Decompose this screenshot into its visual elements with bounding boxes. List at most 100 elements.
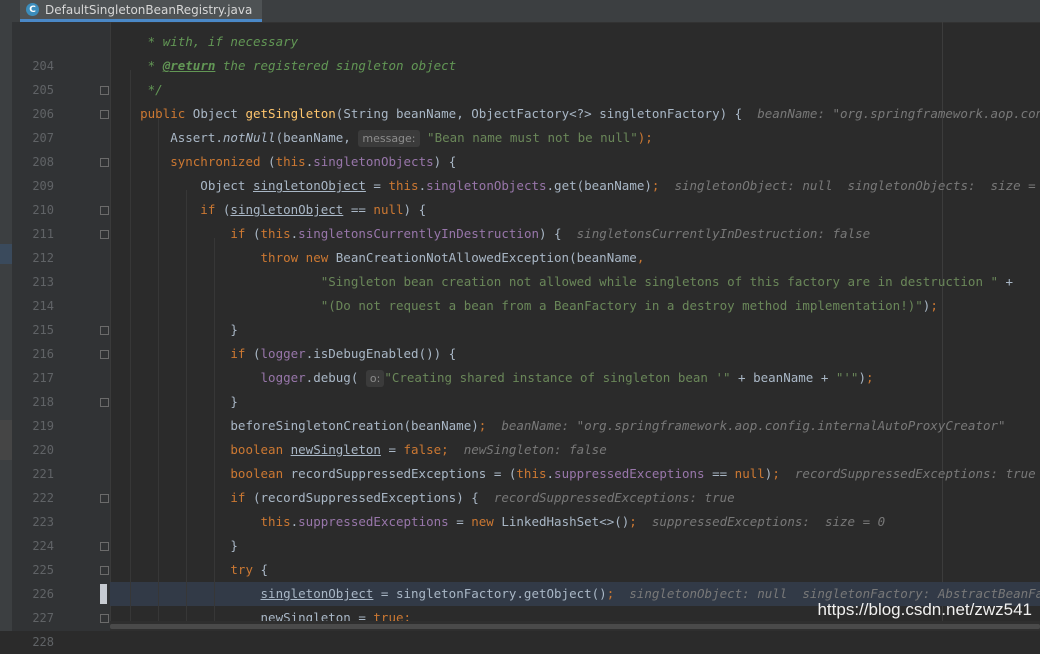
fold-marker-icon[interactable] (100, 542, 109, 551)
line-number[interactable]: 211 (24, 222, 54, 246)
code-token: singletonObjects (313, 154, 434, 169)
code-token: boolean (110, 466, 291, 481)
code-token: the registered singleton object (215, 58, 457, 73)
line-number[interactable]: 220 (24, 438, 54, 462)
code-line[interactable]: logger.debug( o: "Creating shared instanc… (110, 366, 1040, 390)
line-number[interactable]: 227 (24, 606, 54, 630)
fold-marker-icon[interactable] (100, 86, 109, 95)
fold-marker-icon[interactable] (100, 398, 109, 407)
line-number[interactable]: 210 (24, 198, 54, 222)
line-number[interactable]: 223 (24, 510, 54, 534)
code-line[interactable]: Assert.notNull(beanName, message: "Bean … (110, 126, 1040, 150)
code-token: == (343, 202, 374, 217)
code-token: Object (110, 178, 253, 193)
code-token: ; (606, 586, 630, 601)
code-line[interactable]: beforeSingletonCreation(beanName); beanN… (110, 414, 1040, 438)
line-number[interactable]: 221 (24, 462, 54, 486)
line-number[interactable]: 216 (24, 342, 54, 366)
code-line[interactable]: Object singletonObject = this.singletonO… (110, 174, 1040, 198)
code-token: logger (260, 370, 306, 385)
code-token: Object (192, 106, 246, 121)
horizontal-scrollbar[interactable] (110, 621, 1040, 631)
execution-point-marker[interactable] (100, 584, 107, 604)
fold-marker-icon[interactable] (100, 494, 109, 503)
line-number[interactable]: 218 (24, 390, 54, 414)
fold-marker-icon[interactable] (100, 158, 109, 167)
fold-marker-icon[interactable] (100, 566, 109, 575)
fold-marker-icon[interactable] (100, 614, 109, 623)
code-token: getSingleton (245, 106, 336, 121)
line-number[interactable]: 214 (24, 294, 54, 318)
code-line[interactable]: } (110, 390, 1040, 414)
code-token: "Bean name must not be null" (419, 130, 638, 145)
debug-inline-value: suppressedExceptions: size = 0 (651, 514, 886, 529)
code-token: LinkedHashSet<>() (501, 514, 630, 529)
code-line[interactable]: synchronized (this.singletonObjects) { (110, 150, 1040, 174)
code-token: } (110, 322, 238, 337)
line-number[interactable]: 224 (24, 534, 54, 558)
code-line[interactable]: this.suppressedExceptions = new LinkedHa… (110, 510, 1040, 534)
code-token: = singletonFactory.getObject() (373, 586, 607, 601)
line-number[interactable]: 213 (24, 270, 54, 294)
line-number[interactable]: 206 (24, 102, 54, 126)
code-line[interactable]: try { (110, 558, 1040, 582)
line-number[interactable]: 228 (24, 630, 54, 654)
code-token: ; (651, 178, 675, 193)
code-line[interactable]: */ (110, 78, 1040, 102)
code-line[interactable]: boolean recordSuppressedExceptions = (th… (110, 462, 1040, 486)
file-tab[interactable]: C DefaultSingletonBeanRegistry.java (20, 0, 263, 22)
line-number[interactable]: 208 (24, 150, 54, 174)
code-line[interactable]: * @return the registered singleton objec… (110, 54, 1040, 78)
code-line[interactable]: if (recordSuppressedExceptions) { record… (110, 486, 1040, 510)
code-line[interactable]: public Object getSingleton(String beanNa… (110, 102, 1040, 126)
line-number[interactable]: 217 (24, 366, 54, 390)
code-line[interactable]: boolean newSingleton = false; newSinglet… (110, 438, 1040, 462)
code-line[interactable]: if (logger.isDebugEnabled()) { (110, 342, 1040, 366)
code-token: Assert. (110, 130, 223, 145)
code-token: beforeSingletonCreation(beanName) (110, 418, 479, 433)
debug-inline-value: recordSuppressedExceptions: true (794, 466, 1036, 481)
code-line[interactable]: throw new BeanCreationNotAllowedExceptio… (110, 246, 1040, 270)
code-line[interactable]: * with, if necessary (110, 30, 1040, 54)
debug-inline-value: recordSuppressedExceptions: true (493, 490, 735, 505)
code-token: == (704, 466, 735, 481)
file-tab-title: DefaultSingletonBeanRegistry.java (45, 2, 253, 17)
line-number[interactable]: 204 (24, 54, 54, 78)
code-line[interactable]: } (110, 318, 1040, 342)
line-number[interactable]: 222 (24, 486, 54, 510)
line-number[interactable]: 215 (24, 318, 54, 342)
fold-marker-icon[interactable] (100, 206, 109, 215)
line-number[interactable]: 207 (24, 126, 54, 150)
line-number-gutter[interactable]: 204 205 206 207 208 209 210 211 212 213 214 215 216 2… (12, 22, 111, 649)
code-token: if (110, 346, 253, 361)
code-token: public (110, 106, 193, 121)
line-number[interactable]: 212 (24, 246, 54, 270)
code-token: logger (260, 346, 306, 361)
code-line[interactable]: "Singleton bean creation not allowed whi… (110, 270, 1040, 294)
code-line[interactable]: } (110, 534, 1040, 558)
fold-marker-icon[interactable] (100, 110, 109, 119)
code-token: + (998, 274, 1014, 289)
code-token: this (388, 178, 419, 193)
code-token: synchronized (110, 154, 269, 169)
scrollbar-thumb[interactable] (110, 624, 1040, 629)
code-token: (recordSuppressedExceptions) { (253, 490, 494, 505)
line-number[interactable]: 209 (24, 174, 54, 198)
fold-marker-icon[interactable] (100, 350, 109, 359)
line-number[interactable]: 219 (24, 414, 54, 438)
code-token: . (418, 178, 427, 193)
code-token: this (516, 466, 547, 481)
line-number[interactable]: 205 (24, 78, 54, 102)
code-line[interactable]: if (this.singletonsCurrentlyInDestructio… (110, 222, 1040, 246)
line-number[interactable]: 226 (24, 582, 54, 606)
code-line[interactable]: "(Do not request a bean from a BeanFacto… (110, 294, 1040, 318)
fold-marker-icon[interactable] (100, 326, 109, 335)
code-line[interactable]: if (singletonObject == null) { (110, 198, 1040, 222)
code-token: ; (930, 298, 938, 313)
code-token: = (380, 442, 404, 457)
line-number[interactable]: 225 (24, 558, 54, 582)
fold-marker-icon[interactable] (100, 230, 109, 239)
code-editor[interactable]: * with, if necessary * @return the regis… (110, 22, 1040, 622)
code-token: boolean (110, 442, 291, 457)
